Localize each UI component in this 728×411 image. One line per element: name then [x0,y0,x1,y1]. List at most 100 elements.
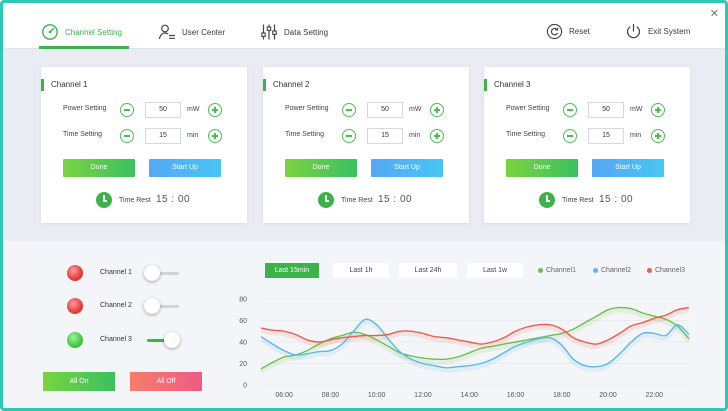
close-icon[interactable]: ✕ [710,7,719,20]
channel-card-1: Channel 1 Power Setting 50 mW Time Setti… [41,67,247,223]
power-increase-button[interactable] [651,103,665,117]
range-tab-24h[interactable]: Last 24h [399,263,457,278]
time-input[interactable]: 15 [145,128,181,144]
x-tick-label: 22:00 [646,392,664,399]
legend-dot [593,268,598,273]
start-up-button[interactable]: Start Up [592,159,664,177]
x-tick-label: 08:00 [322,392,340,399]
tab-user-center[interactable]: User Center [158,23,225,41]
channel-2-toggle-row: Channel 2 [67,298,187,316]
toggle-knob[interactable] [144,298,160,314]
active-tab-indicator [39,46,129,49]
toggle-knob[interactable] [144,265,160,281]
time-decrease-button[interactable] [120,129,134,143]
monitor-panel: Channel 1 Channel 2 Channel 3 All On All… [3,241,725,408]
power-input[interactable]: 50 [588,102,624,118]
clock-icon [318,192,334,208]
channel-card-3: Channel 3 Power Setting 50 mW Time Setti… [484,67,690,223]
done-button[interactable]: Done [506,159,578,177]
tab-data-setting[interactable]: Data Setting [260,23,328,41]
power-setting-row: Power Setting 50 mW [484,101,690,119]
all-on-button[interactable]: All On [43,372,115,391]
time-setting-row: Time Setting 15 min [484,127,690,145]
all-off-button[interactable]: All Off [130,372,202,391]
time-setting-label: Time Setting [506,131,546,138]
channel-title: Channel 2 [263,79,309,91]
time-rest-value: 15 : 00 [599,194,634,205]
y-tick-label: 80 [239,297,247,304]
tab-label: Channel Setting [65,27,122,37]
power-decrease-button[interactable] [563,103,577,117]
power-unit: mW [630,106,643,113]
time-increase-button[interactable] [651,129,665,143]
time-rest-row: Time Rest 15 : 00 [263,192,469,210]
channel-card-2: Channel 2 Power Setting 50 mW Time Setti… [263,67,469,223]
power-setting-row: Power Setting 50 mW [263,101,469,119]
exit-system-button[interactable]: Exit System [625,23,690,40]
time-increase-button[interactable] [430,129,444,143]
reset-label: Reset [569,27,590,36]
tab-label: Data Setting [284,27,329,37]
x-tick-label: 20:00 [599,392,617,399]
time-rest-label: Time Rest [119,197,151,204]
clock-icon [96,192,112,208]
legend-channel2: Channel2 [593,267,631,274]
power-setting-row: Power Setting 50 mW [41,101,247,119]
done-button[interactable]: Done [285,159,357,177]
legend-dot [538,268,543,273]
time-decrease-button[interactable] [342,129,356,143]
time-setting-label: Time Setting [285,131,325,138]
time-unit: min [187,132,199,139]
power-icon [626,23,641,39]
status-led [67,298,83,314]
x-tick-label: 06:00 [275,392,293,399]
time-setting-label: Time Setting [63,131,103,138]
app-window: Channel Setting User Center Data Setting [0,0,728,411]
x-tick-label: 12:00 [414,392,432,399]
time-decrease-button[interactable] [563,129,577,143]
power-decrease-button[interactable] [342,103,356,117]
x-tick-label: 10:00 [368,392,386,399]
power-increase-button[interactable] [430,103,444,117]
line-chart: 0 20 40 60 80 06:00 08:00 10:00 12:00 14:00 16:00 1… [239,297,691,399]
time-rest-value: 15 : 00 [156,194,191,205]
range-tab-1h[interactable]: Last 1h [333,263,389,278]
time-increase-button[interactable] [208,129,222,143]
x-tick-label: 18:00 [553,392,571,399]
toggle-label: Channel 3 [100,336,132,343]
power-increase-button[interactable] [208,103,222,117]
x-tick-label: 16:00 [507,392,525,399]
exit-label: Exit System [648,27,691,36]
gauge-icon [42,24,58,40]
sliders-icon [261,24,277,40]
time-rest-label: Time Rest [341,197,373,204]
y-tick-label: 20 [239,361,247,368]
tab-channel-setting[interactable]: Channel Setting [41,23,122,41]
time-rest-row: Time Rest 15 : 00 [41,192,247,210]
legend-label: Channel1 [546,267,576,274]
start-up-button[interactable]: Start Up [149,159,221,177]
reset-button[interactable]: Reset [546,23,590,40]
power-input[interactable]: 50 [367,102,403,118]
toggle-label: Channel 2 [100,302,132,309]
power-input[interactable]: 50 [145,102,181,118]
time-input[interactable]: 15 [588,128,624,144]
toggle-knob[interactable] [164,332,180,348]
range-tab-15min[interactable]: Last 15min [265,263,319,278]
power-unit: mW [409,106,422,113]
time-setting-row: Time Setting 15 min [41,127,247,145]
y-tick-label: 0 [243,383,247,390]
y-tick-label: 40 [239,340,247,347]
done-button[interactable]: Done [63,159,135,177]
time-rest-row: Time Rest 15 : 00 [484,192,690,210]
range-tab-1w[interactable]: Last 1w [467,263,523,278]
power-setting-label: Power Setting [63,105,107,112]
power-decrease-button[interactable] [120,103,134,117]
time-input[interactable]: 15 [367,128,403,144]
channel-3-toggle-row: Channel 3 [67,332,187,350]
legend-label: Channel3 [655,267,685,274]
series-line-1 [260,306,690,370]
start-up-button[interactable]: Start Up [371,159,443,177]
legend-label: Channel2 [601,267,631,274]
x-tick-label: 14:00 [460,392,478,399]
